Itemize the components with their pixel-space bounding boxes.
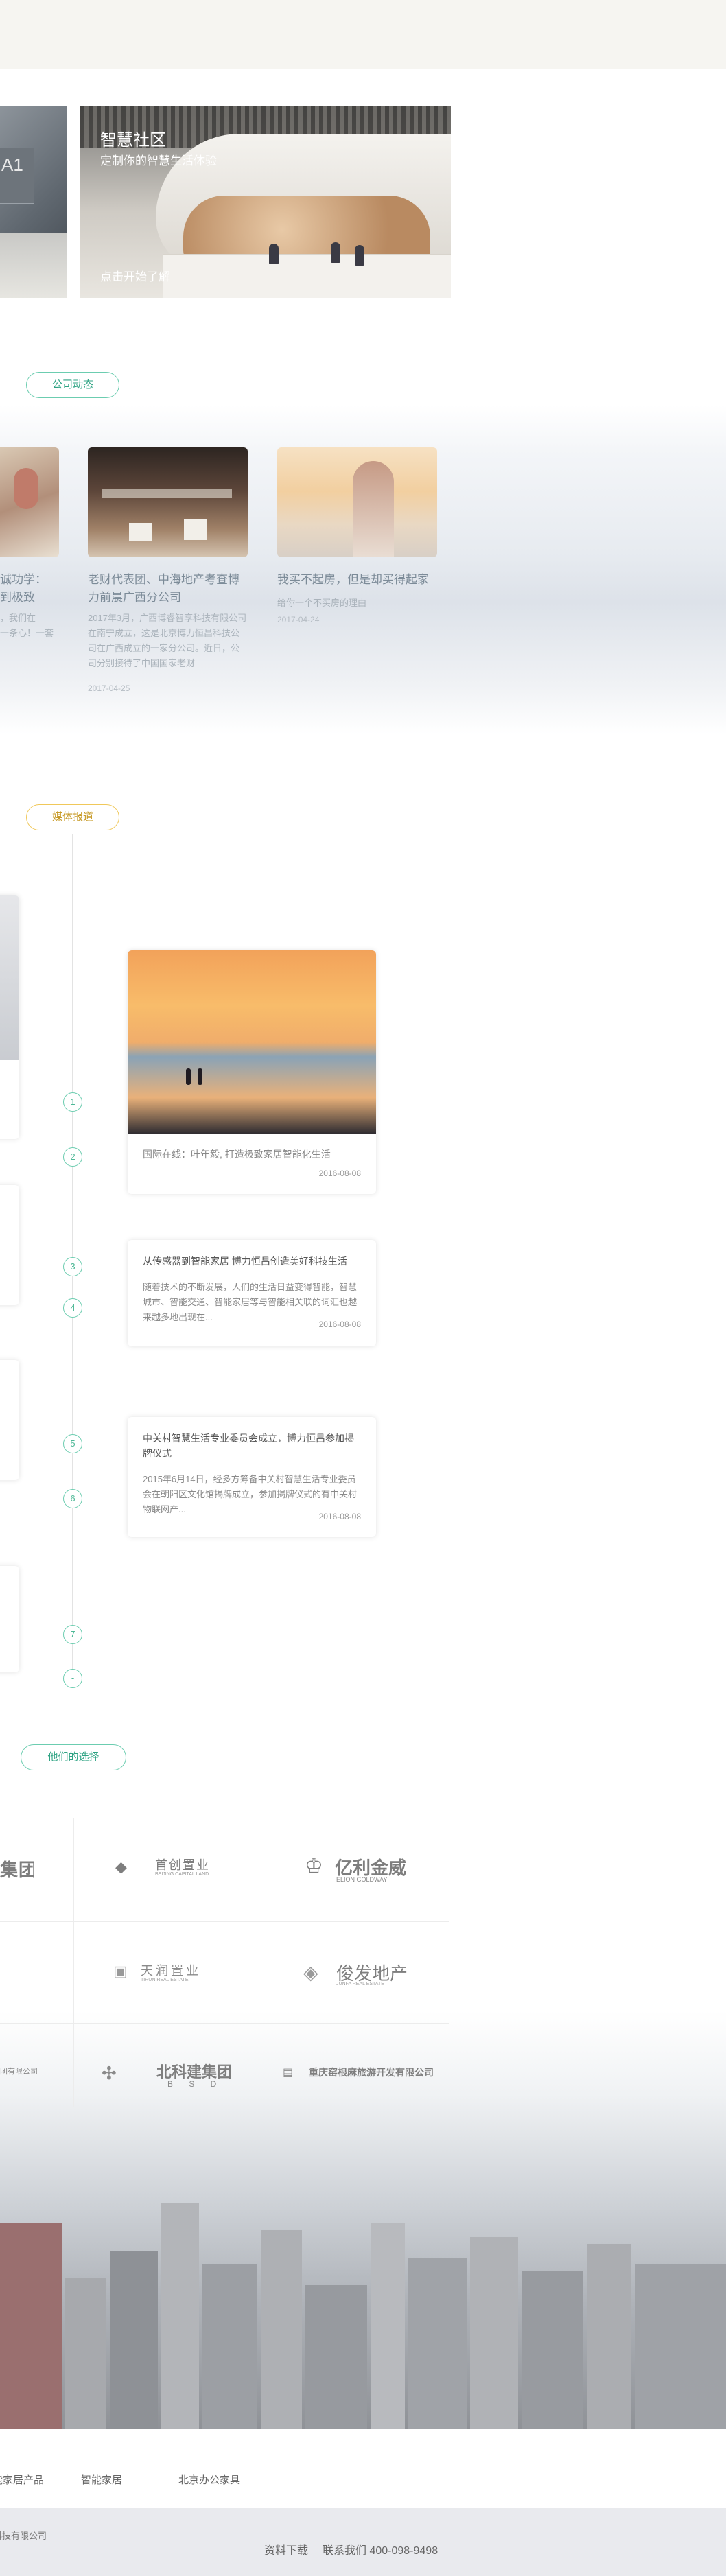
timeline-card-image	[0, 895, 19, 1060]
news-excerpt: 给你一个不买房的理由	[277, 598, 367, 608]
clients-label[interactable]: 他们的选择	[21, 1744, 126, 1770]
client-logo-chongqing[interactable]: ▤ 重庆窑根麻旅游开发有限公司	[283, 2064, 447, 2085]
grid-divider	[73, 1818, 74, 2107]
timeline-node[interactable]: 1	[63, 1092, 82, 1112]
exhibit-light	[102, 489, 232, 498]
tianrun-emblem-icon: ▣	[113, 1963, 128, 1980]
beikejian-emblem-icon: ✣	[102, 2063, 117, 2083]
desk-image	[0, 233, 67, 298]
media-card-excerpt: 随着技术的不断发展，人们的生活日益变得智能，智慧城市、智能交通、智能家居等与智能…	[143, 1282, 358, 1322]
news-title[interactable]: 老财代表团、中海地产考查博力前晨广西分公司	[88, 571, 248, 607]
diamond-icon: ◆	[115, 1858, 127, 1875]
timeline-card-left[interactable]	[0, 1360, 19, 1480]
person-figure	[269, 244, 279, 264]
timeline-node[interactable]: 7	[63, 1625, 82, 1644]
media-card-date: 2016-08-08	[314, 1512, 361, 1521]
footer-download-link[interactable]: 资料下载	[264, 2541, 308, 2557]
news-image[interactable]	[88, 447, 248, 557]
timeline-node[interactable]: 4	[63, 1298, 82, 1318]
hero-card-previous[interactable]: A1	[0, 106, 67, 298]
exhibit-display	[129, 523, 152, 541]
chongqing-emblem-icon: ▤	[283, 2067, 294, 2079]
person-figure	[186, 1068, 191, 1085]
client-logo[interactable]: 团有限公司	[0, 2065, 48, 2076]
junfa-diamond-icon: ◈	[303, 1962, 318, 1983]
news-date: 2017-04-25	[88, 683, 130, 693]
media-card[interactable]: 国际在线：叶年毅, 打造极致家居智能化生活 2016-08-08	[128, 950, 376, 1194]
news-date: 2017-04-24	[277, 615, 320, 624]
client-logo[interactable]: 集团	[0, 1856, 34, 1882]
news-title[interactable]: 我买不起房，但是却买得起家	[277, 571, 437, 589]
news-title[interactable]: 诚功学： 到极致	[0, 571, 59, 607]
news-image-figure	[353, 461, 394, 557]
media-card-title: 国际在线：叶年毅, 打造极致家居智能化生活	[143, 1149, 331, 1160]
person-figure	[331, 242, 340, 263]
media-card-date: 2016-08-08	[318, 1169, 361, 1178]
footer-copyright: 恒昌科技有限公司	[0, 2531, 47, 2541]
media-card[interactable]: 从传感器到智能家居 博力恒昌创造美好科技生活 随着技术的不断发展，人们的生活日益…	[128, 1240, 376, 1346]
media-card-title: 从传感器到智能家居 博力恒昌创造美好科技生活	[143, 1256, 347, 1267]
news-image[interactable]	[277, 447, 437, 557]
footer-link[interactable]: 北京办公家具	[178, 2472, 240, 2487]
client-logo-beikejian[interactable]: ✣ 北科建集团 B S D	[102, 2060, 239, 2092]
company-news-label[interactable]: 公司动态	[26, 372, 119, 398]
sunset-beach-image	[128, 950, 376, 1134]
person-figure	[355, 245, 364, 266]
person-figure	[198, 1068, 202, 1085]
timeline-node[interactable]: 5	[63, 1434, 82, 1453]
footer-link[interactable]: 智能家居产品	[0, 2472, 44, 2487]
client-logo-shoucang[interactable]: ◆ 首创置业 BEIJING CAPITAL LAND	[115, 1854, 225, 1882]
footer-contact[interactable]: 联系我们 400-098-9498	[323, 2541, 438, 2557]
media-card-date: 2016-08-08	[314, 1320, 361, 1329]
media-report-label[interactable]: 媒体报道	[26, 804, 119, 830]
grid-divider	[0, 1921, 449, 1922]
client-logo-junfa[interactable]: ◈ 俊发地产 JUNFA REAL ESTATE	[302, 1958, 425, 1990]
client-logo-yili[interactable]: ♔ 亿利金威 ELION GOLDWAY	[302, 1853, 425, 1884]
hero-subtitle: 定制你的智慧生活体验	[100, 154, 217, 167]
top-banner-band	[0, 0, 726, 69]
footer-link[interactable]: 智能家居	[81, 2472, 122, 2487]
reception-counter-image	[163, 254, 451, 298]
news-excerpt: 2017年3月，广西博睿智享科技有限公司在南宁成立，这是北京博力恒昌科技公司在广…	[88, 613, 247, 668]
timeline-card-left[interactable]	[0, 1566, 19, 1672]
media-card-excerpt: 2015年6月14日，经多方筹备中关村智慧生活专业委员会在朝阳区文化馆揭牌成立，…	[143, 1474, 358, 1514]
timeline-card-left[interactable]	[0, 1185, 19, 1305]
room-plate-text: A1	[1, 154, 23, 175]
client-logo-tianrun[interactable]: ▣ 天润置业 TIRUN REAL ESTATE	[113, 1960, 223, 1987]
grid-divider	[0, 2023, 449, 2024]
yili-emblem-icon: ♔	[305, 1855, 323, 1877]
hero-title: 智慧社区	[100, 131, 166, 150]
news-image[interactable]	[0, 447, 59, 557]
news-image-figure	[14, 468, 38, 509]
timeline-node[interactable]: 2	[63, 1147, 82, 1167]
timeline-card-left[interactable]	[0, 895, 19, 1139]
news-excerpt: ，我们在 一条心！一套	[0, 613, 54, 638]
media-card-title: 中关村智慧生活专业委员会成立，博力恒昌参加揭牌仪式	[143, 1433, 354, 1459]
exhibit-display	[184, 519, 207, 540]
timeline-node[interactable]: -	[63, 1669, 82, 1688]
hero-cta-link[interactable]: 点击开始了解	[100, 267, 170, 284]
media-card[interactable]: 中关村智慧生活专业委员会成立，博力恒昌参加揭牌仪式 2015年6月14日，经多方…	[128, 1417, 376, 1537]
timeline-node[interactable]: 6	[63, 1489, 82, 1508]
timeline-node[interactable]: 3	[63, 1257, 82, 1276]
